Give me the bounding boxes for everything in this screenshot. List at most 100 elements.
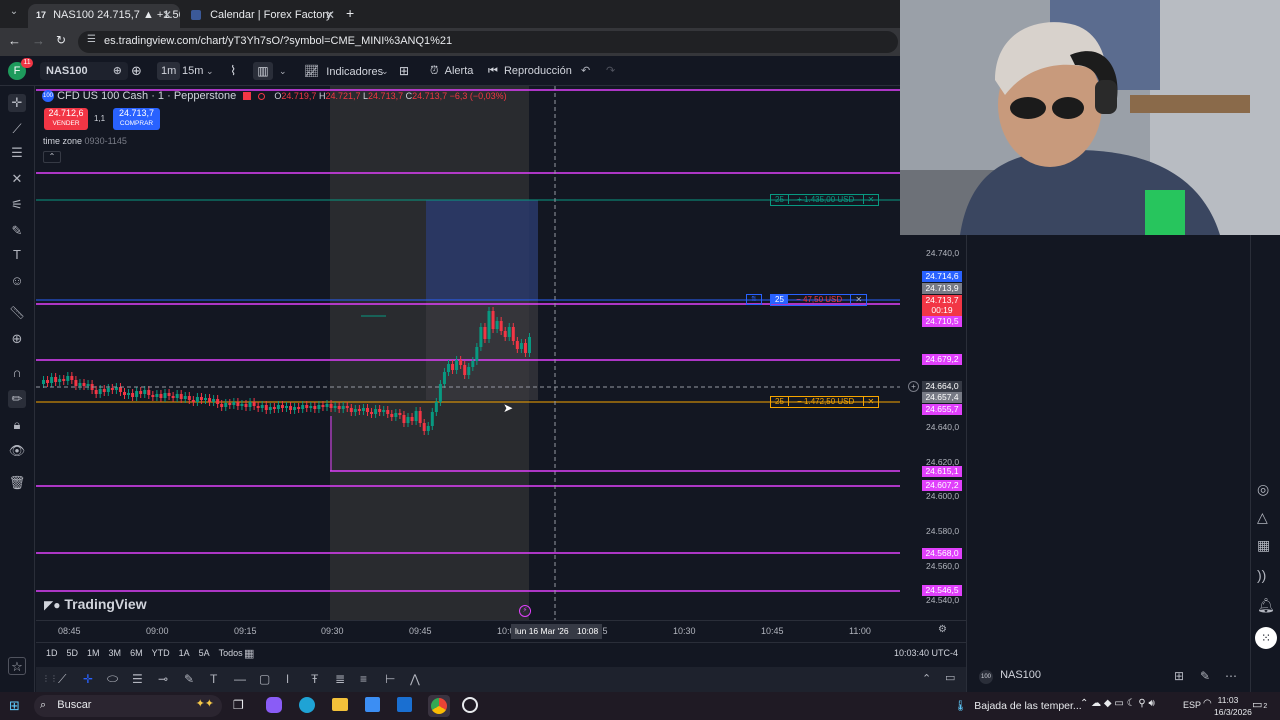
windows-start-icon[interactable]: ⊞	[9, 699, 23, 713]
magnet-icon[interactable]: ∩	[8, 364, 26, 382]
tray-icons[interactable]: ⌃ ☁ ◆ ▭ ☾ ⚲ 🔊︎	[1080, 698, 1155, 709]
text-icon[interactable]: T	[8, 246, 26, 264]
pattern-icon[interactable]: ✕	[8, 170, 26, 188]
take-profit-label[interactable]: 25 + 1.435,00 USD ✕	[770, 194, 880, 206]
language-indicator[interactable]: ESP	[1183, 700, 1201, 710]
collapse-panel-icon[interactable]: ⌃	[922, 672, 931, 685]
url-field[interactable]: ☰ es.tradingview.com/chart/yT3Yh7sO/?sym…	[78, 31, 898, 53]
news-feed-icon[interactable]: ))	[1257, 567, 1266, 583]
forward-icon[interactable]: →	[32, 33, 45, 48]
notification-center-icon[interactable]: ▭2	[1252, 698, 1267, 711]
outlook-icon[interactable]	[397, 697, 412, 712]
line-chart-icon[interactable]: ⌇	[230, 62, 236, 80]
calendar-icon[interactable]: ▦	[1257, 537, 1270, 554]
weather-widget[interactable]: 🌡︎ Bajada de las temper...	[954, 699, 1082, 712]
file-explorer-icon[interactable]	[332, 698, 348, 711]
ruler-icon[interactable]: 📏︎	[8, 304, 26, 322]
rectangle-icon[interactable]: ▢	[259, 672, 270, 686]
fib-retracement-icon[interactable]: ≣	[335, 672, 345, 686]
horizontal-line-icon[interactable]: ⊸	[158, 672, 168, 686]
collapse-legend-icon[interactable]: ⌃	[43, 151, 61, 163]
date-price-range-icon[interactable]: ⊢	[385, 672, 395, 686]
redo-icon[interactable]: ↷	[606, 62, 615, 80]
undo-icon[interactable]: ↶	[581, 62, 590, 80]
taskbar-clock[interactable]: 11:03 16/3/2026	[1214, 694, 1252, 718]
settings-gear-icon[interactable]: ⚙	[938, 624, 947, 635]
tab-tradingview[interactable]: 17 NAS100 24.715,7 ▲ +1.56% fa ✕	[28, 4, 180, 28]
time-axis[interactable]: 08:4509:0009:1509:3009:4510:0010:1510:30…	[36, 620, 966, 642]
chevron-down-icon[interactable]: ⌄	[381, 62, 389, 80]
ray-icon[interactable]: ⟋	[58, 672, 66, 687]
favorites-star-icon[interactable]: ☆	[8, 657, 26, 675]
replay-button[interactable]: ⏮︎ Reproducción	[488, 62, 572, 80]
back-icon[interactable]: ←	[8, 33, 21, 48]
brush-icon[interactable]: ✎	[184, 672, 194, 686]
session-marker-icon[interactable]: ⚡︎	[519, 605, 531, 617]
range-button[interactable]: Todos	[219, 648, 243, 658]
horizontal-ray-icon[interactable]: —	[234, 672, 246, 686]
trend-line-icon[interactable]: ⟋	[8, 120, 26, 138]
copilot-icon[interactable]	[266, 697, 282, 713]
eye-icon[interactable]: 👁︎	[8, 442, 26, 460]
reload-icon[interactable]: ↻	[56, 33, 66, 47]
tab-forex-factory[interactable]: Calendar | Forex Factory ✕	[183, 4, 343, 28]
clock[interactable]: 10:03:40 UTC-4	[894, 648, 958, 658]
tab-list-button[interactable]: ⌄	[6, 6, 22, 22]
chevron-down-icon[interactable]: ⌄	[279, 62, 287, 80]
range-button[interactable]: 6M	[130, 648, 143, 658]
brush-icon[interactable]: ✎	[8, 222, 26, 240]
buy-button[interactable]: 24.713,7 COMPRAR	[113, 108, 160, 130]
chrome-icon[interactable]	[428, 695, 450, 717]
stay-drawing-icon[interactable]: ✏︎	[8, 390, 26, 408]
symbol-search[interactable]: NAS100 ⊕	[40, 62, 128, 80]
task-view-icon[interactable]: ❐	[233, 698, 244, 712]
range-button[interactable]: YTD	[152, 648, 170, 658]
indicators-button[interactable]: 📈︎ Indicadores	[304, 62, 383, 80]
symbol-info-icon[interactable]: ⊕	[113, 62, 122, 80]
range-button[interactable]: 1A	[179, 648, 190, 658]
close-icon[interactable]: ✕	[325, 8, 335, 22]
add-alert-icon[interactable]: +	[908, 381, 919, 392]
more-icon[interactable]: ⋯	[1225, 669, 1237, 683]
trash-icon[interactable]: 🗑︎	[8, 474, 26, 492]
taskbar-search[interactable]: ⌕ Buscar ✦✦	[34, 695, 222, 717]
layout-grid-icon[interactable]: ⊞	[1174, 669, 1184, 683]
ideas-icon[interactable]: △	[1257, 509, 1268, 526]
date-range-icon[interactable]: ▦	[244, 647, 254, 660]
chevron-down-icon[interactable]: ⌄	[206, 62, 214, 80]
prediction-icon[interactable]: ⚟	[8, 196, 26, 214]
stop-loss-label[interactable]: 25 − 1.472,50 USD ✕	[770, 396, 880, 408]
layouts-icon[interactable]: ⊞	[399, 62, 409, 80]
watchlist-header[interactable]: 100 NAS100	[979, 669, 1041, 684]
new-tab-icon[interactable]: +	[346, 5, 354, 21]
compare-icon[interactable]: ⊕	[131, 62, 142, 80]
range-button[interactable]: 1D	[46, 648, 58, 658]
range-button[interactable]: 5A	[199, 648, 210, 658]
range-button[interactable]: 3M	[109, 648, 122, 658]
channel-icon[interactable]: ☰	[132, 672, 143, 686]
path-icon[interactable]: ⋀	[410, 672, 420, 686]
range-button[interactable]: 1M	[87, 648, 100, 658]
crosshair-icon[interactable]: ✛	[8, 94, 26, 112]
store-icon[interactable]	[365, 697, 380, 712]
wifi-icon[interactable]: ◠	[1203, 698, 1212, 709]
edit-icon[interactable]: ✎	[1200, 669, 1210, 683]
fib-extension-icon[interactable]: ≡	[360, 672, 367, 686]
vertical-line-icon[interactable]: ǀ	[286, 672, 289, 686]
chart-pane[interactable]: 100 CFD US 100 Cash · 1 · Pepperstone O2…	[36, 86, 920, 620]
zoom-icon[interactable]: ⊕	[8, 330, 26, 348]
lock-icon[interactable]: 🔒︎	[8, 416, 26, 434]
range-button[interactable]: 5D	[67, 648, 79, 658]
close-icon[interactable]: ✕	[862, 195, 879, 204]
reverse-position-icon[interactable]: ⇅	[746, 294, 762, 305]
close-icon[interactable]: ✕	[862, 397, 879, 406]
close-icon[interactable]: ✕	[162, 8, 172, 22]
entry-position-label[interactable]: 25 − 47,50 USD ✕	[770, 294, 868, 306]
interval-15m[interactable]: 15m	[182, 62, 203, 80]
cross-line-icon[interactable]: ✛	[83, 672, 93, 686]
flag-icon[interactable]	[243, 92, 252, 101]
emoji-icon[interactable]: ☺	[8, 272, 26, 290]
text-note-icon[interactable]: Ŧ	[311, 672, 318, 686]
app-icon[interactable]	[462, 697, 478, 713]
apps-grid-icon[interactable]: ⁙	[1255, 627, 1277, 649]
